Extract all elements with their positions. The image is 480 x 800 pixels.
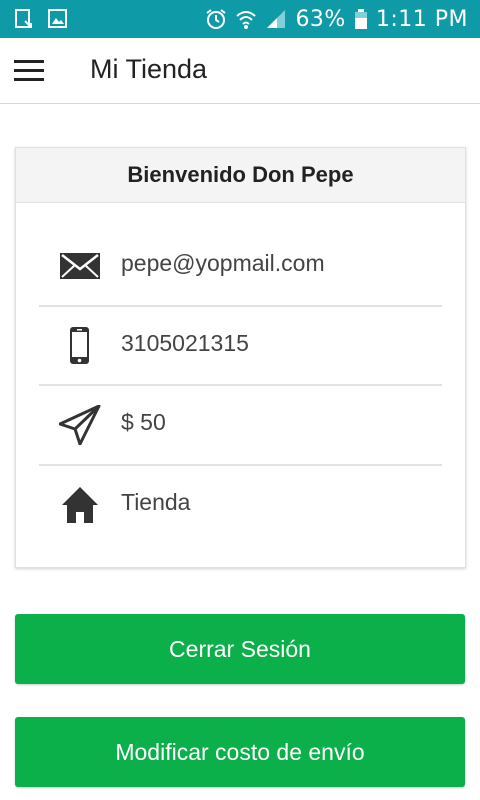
- phone-icon: [59, 326, 101, 366]
- app-bar: Mi Tienda: [0, 38, 480, 104]
- mail-icon: [59, 246, 101, 286]
- store-row: Tienda: [39, 465, 442, 545]
- wifi-icon: [235, 8, 257, 30]
- store-value: Tienda: [121, 489, 191, 515]
- shipping-cost-row: $ 50: [39, 385, 442, 465]
- profile-card: Bienvenido Don Pepe pepe@yopmail.com 310…: [15, 147, 466, 568]
- email-value: pepe@yopmail.com: [121, 250, 325, 276]
- email-row: pepe@yopmail.com: [39, 226, 442, 306]
- image-icon: [48, 8, 68, 30]
- shipping-cost-value: $ 50: [121, 409, 166, 435]
- home-icon: [59, 485, 101, 525]
- battery-percentage: 63%: [295, 6, 346, 32]
- hamburger-menu-icon[interactable]: [12, 58, 46, 84]
- signal-icon: [265, 8, 287, 30]
- logout-button[interactable]: Cerrar Sesión: [15, 614, 465, 684]
- clock: 1:11 PM: [375, 6, 468, 32]
- phone-row: 3105021315: [39, 306, 442, 386]
- page-title: Mi Tienda: [90, 54, 208, 84]
- edit-shipping-cost-button[interactable]: Modificar costo de envío: [15, 717, 465, 787]
- send-icon: [58, 404, 101, 446]
- welcome-header: Bienvenido Don Pepe: [16, 148, 465, 203]
- alarm-icon: [205, 8, 227, 30]
- phone-value: 3105021315: [121, 330, 249, 356]
- status-bar: 63% 1:11 PM: [0, 0, 480, 38]
- download-icon: [14, 8, 34, 30]
- battery-icon: [354, 8, 368, 30]
